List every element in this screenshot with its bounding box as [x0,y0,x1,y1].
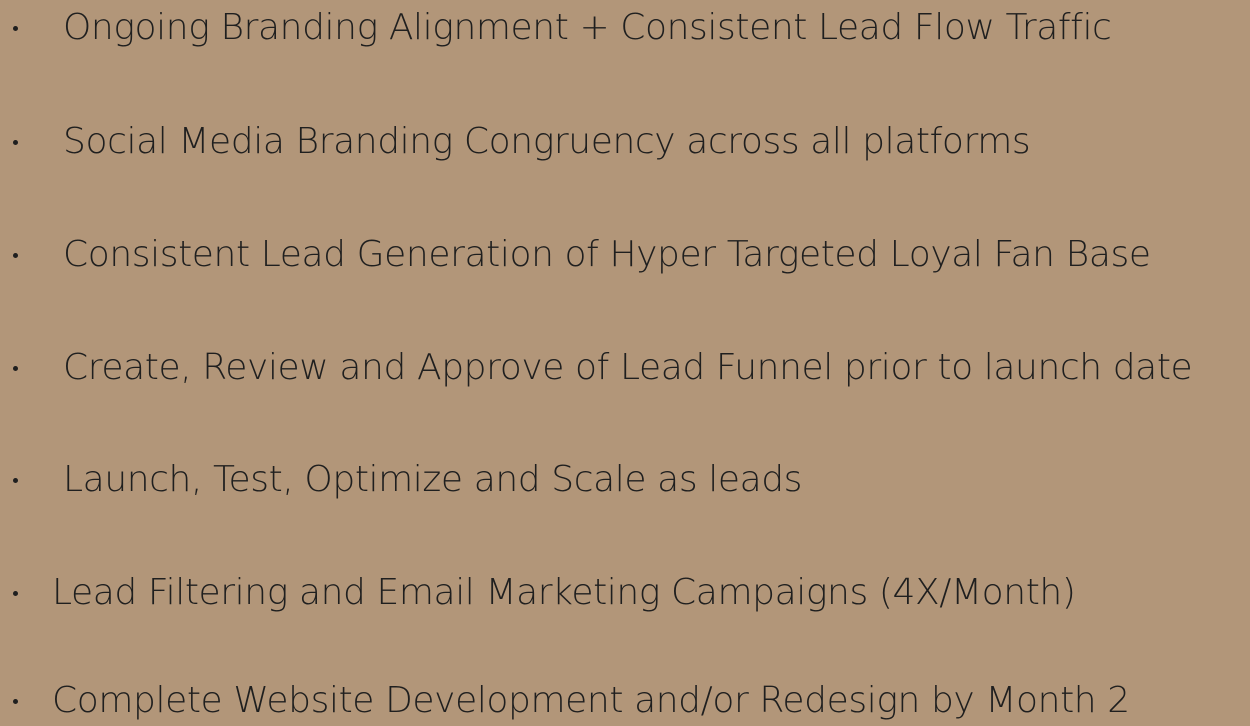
bullet-list: Ongoing Branding Alignment + Consistent … [0,0,1250,723]
bullet-icon [13,591,18,596]
list-item: Social Media Branding Congruency across … [0,117,1250,167]
list-item-text: Lead Filtering and Email Marketing Campa… [52,572,1076,613]
list-item: Lead Filtering and Email Marketing Campa… [0,568,1250,618]
list-item-text: Ongoing Branding Alignment + Consistent … [63,7,1112,48]
list-item: Ongoing Branding Alignment + Consistent … [0,3,1250,53]
list-item: Complete Website Development and/or Rede… [0,676,1250,726]
list-item-text: Consistent Lead Generation of Hyper Targ… [63,234,1151,275]
list-item: Create, Review and Approve of Lead Funne… [0,343,1250,393]
list-item-text: Complete Website Development and/or Rede… [52,680,1130,721]
bullet-icon [13,699,18,704]
bullet-icon [13,253,18,258]
bullet-icon [13,140,18,145]
list-item: Launch, Test, Optimize and Scale as lead… [0,455,1250,505]
bullet-icon [13,478,18,483]
bullet-icon [13,366,18,371]
list-item-text: Create, Review and Approve of Lead Funne… [63,347,1193,388]
list-item: Consistent Lead Generation of Hyper Targ… [0,230,1250,280]
list-item-text: Launch, Test, Optimize and Scale as lead… [63,459,803,500]
bullet-icon [13,26,18,31]
list-item-text: Social Media Branding Congruency across … [63,121,1031,162]
